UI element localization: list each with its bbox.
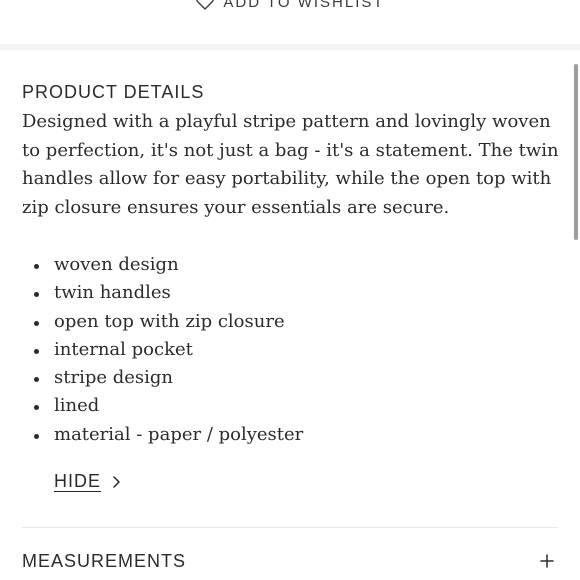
feature-item: twin handles: [22, 279, 303, 307]
product-details-title: PRODUCT DETAILS: [22, 82, 205, 102]
feature-item: open top with zip closure: [22, 308, 303, 336]
add-to-wishlist-button[interactable]: ADD TO WISHLIST: [0, 0, 580, 12]
measurements-accordion[interactable]: MEASUREMENTS: [22, 548, 558, 574]
chevron-right-icon: [113, 475, 120, 488]
feature-item: lined: [22, 392, 303, 420]
plus-icon: [540, 554, 554, 568]
feature-item: woven design: [22, 251, 303, 279]
feature-list: woven design twin handles open top with …: [22, 251, 303, 449]
product-details-page: ADD TO WISHLIST PRODUCT DETAILS Designed…: [0, 0, 580, 580]
hide-details-link[interactable]: HIDE: [54, 471, 121, 492]
add-to-wishlist-label: ADD TO WISHLIST: [223, 0, 385, 11]
section-separator: [0, 44, 580, 50]
product-description: Designed with a playful stripe pattern a…: [22, 111, 559, 218]
feature-item: stripe design: [22, 364, 303, 392]
feature-item: material - paper / polyester: [22, 421, 303, 449]
measurements-title: MEASUREMENTS: [22, 550, 187, 571]
heart-icon: [196, 0, 215, 10]
divider: [22, 527, 558, 528]
feature-item: internal pocket: [22, 336, 303, 364]
scrollbar[interactable]: [574, 64, 578, 240]
hide-details-label: HIDE: [54, 471, 102, 491]
